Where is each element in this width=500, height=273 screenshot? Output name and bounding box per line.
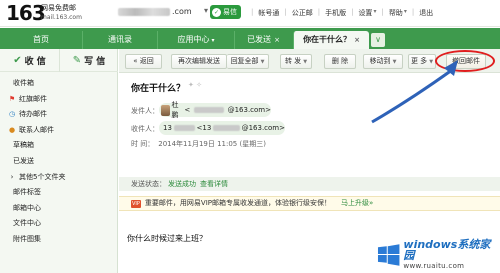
watermark-url: www.ruaitu.com bbox=[403, 261, 465, 270]
annotation-arrow bbox=[371, 60, 458, 124]
watermark-brand: windows系统家园 bbox=[403, 237, 491, 262]
arrow-shaft bbox=[371, 68, 453, 124]
watermark: windows系统家园 www.ruaitu.com bbox=[377, 238, 499, 272]
windows-logo-icon bbox=[377, 244, 400, 266]
